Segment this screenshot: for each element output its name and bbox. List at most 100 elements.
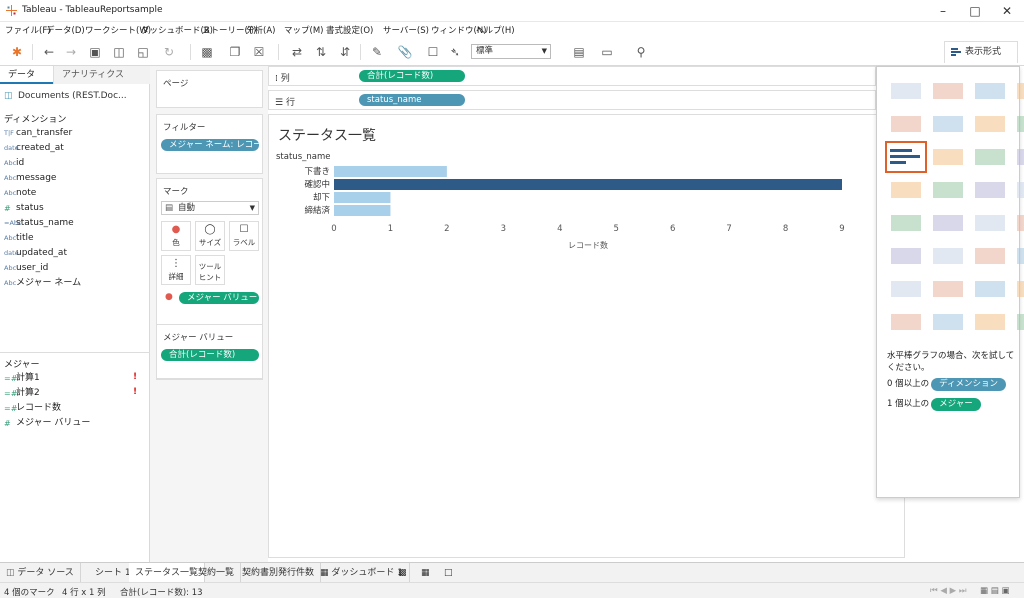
showme-chart-option[interactable]: [971, 77, 1009, 105]
redo-icon[interactable]: →: [62, 43, 80, 61]
tab-contract-count[interactable]: 契約書別発行件数: [236, 563, 322, 583]
showme-chart-option[interactable]: [1013, 275, 1024, 303]
dimension-field[interactable]: date created_at: [4, 141, 64, 156]
showme-chart-option[interactable]: [971, 275, 1009, 303]
label-button[interactable]: ☐ ラベル: [229, 221, 259, 251]
minimize-button[interactable]: –: [928, 2, 958, 20]
dimension-field[interactable]: Abc user_id: [4, 261, 48, 276]
columns-pill[interactable]: 合計(レコード数): [359, 70, 465, 82]
new-worksheet-tab-icon[interactable]: ▩: [392, 563, 413, 583]
clear-sheet-icon[interactable]: ☒: [250, 43, 268, 61]
size-button[interactable]: ◯ サイズ: [195, 221, 225, 251]
showme-chart-option[interactable]: [971, 209, 1009, 237]
showme-chart-option[interactable]: [929, 308, 967, 336]
duplicate-sheet-icon[interactable]: ❐: [226, 43, 244, 61]
showme-chart-option[interactable]: [971, 110, 1009, 138]
dimension-field[interactable]: date updated_at: [4, 246, 67, 261]
maximize-button[interactable]: □: [960, 2, 990, 20]
undo-icon[interactable]: ←: [40, 43, 58, 61]
showme-chart-option[interactable]: [971, 242, 1009, 270]
pages-card[interactable]: ページ: [156, 70, 263, 108]
filter-pill[interactable]: メジャー ネーム: レコード..: [161, 139, 259, 151]
sort-ascending-icon[interactable]: ⇅: [312, 43, 330, 61]
menu-file[interactable]: ファイル(F): [5, 24, 51, 36]
color-button[interactable]: ● 色: [161, 221, 191, 251]
showme-chart-option[interactable]: [929, 242, 967, 270]
showme-chart-option[interactable]: [929, 176, 967, 204]
showme-chart-option[interactable]: [971, 176, 1009, 204]
showme-chart-option[interactable]: [929, 143, 967, 171]
rows-shelf[interactable]: ☰ 行 status_name: [268, 90, 876, 110]
new-story-tab-icon[interactable]: □: [438, 563, 459, 583]
showme-chart-option[interactable]: [929, 110, 967, 138]
bar[interactable]: [334, 205, 391, 216]
showme-chart-option[interactable]: [971, 308, 1009, 336]
show-cards-icon[interactable]: ▤: [570, 43, 588, 61]
dimension-field[interactable]: T|F can_transfer: [4, 126, 72, 141]
dimension-field[interactable]: Abc id: [4, 156, 24, 171]
showme-chart-option[interactable]: [1013, 176, 1024, 204]
filters-card[interactable]: フィルター メジャー ネーム: レコード..: [156, 114, 263, 174]
measure-values-card[interactable]: メジャー バリュー 合計(レコード数): [156, 324, 263, 379]
tooltip-button[interactable]: ツール ヒント: [195, 255, 225, 285]
highlight-icon[interactable]: ✎: [368, 43, 386, 61]
new-worksheet-icon[interactable]: ▩: [198, 43, 216, 61]
showme-chart-option[interactable]: [887, 275, 925, 303]
bar[interactable]: [334, 192, 391, 203]
group-icon[interactable]: 📎: [396, 43, 414, 61]
showme-chart-option[interactable]: [1013, 242, 1024, 270]
dimension-field[interactable]: Abc note: [4, 186, 36, 201]
detail-button[interactable]: ⋮ 詳細: [161, 255, 191, 285]
showme-chart-option[interactable]: [885, 141, 927, 173]
menu-data[interactable]: データ(D): [46, 24, 85, 36]
dimension-field[interactable]: Abc message: [4, 171, 56, 186]
swap-rows-columns-icon[interactable]: ⇄: [288, 43, 306, 61]
dimension-field[interactable]: =Abc status_name: [4, 216, 74, 231]
share-icon[interactable]: ⚲: [632, 43, 650, 61]
showme-chart-option[interactable]: [1013, 77, 1024, 105]
measure-field[interactable]: # メジャー バリュー: [4, 416, 90, 431]
columns-shelf[interactable]: ⁞ 列 合計(レコード数): [268, 66, 876, 86]
menu-map[interactable]: マップ(M): [284, 24, 323, 36]
showme-chart-option[interactable]: [887, 110, 925, 138]
showme-chart-option[interactable]: [1013, 143, 1024, 171]
measure-field[interactable]: =# レコード数: [4, 401, 61, 416]
dimension-field[interactable]: Abc title: [4, 231, 34, 246]
showme-chart-option[interactable]: [1013, 110, 1024, 138]
refresh-icon[interactable]: ↻: [160, 43, 178, 61]
view-grid-icon[interactable]: ▦ ▤ ▣: [980, 586, 1010, 596]
pause-updates-icon[interactable]: ◱: [134, 43, 152, 61]
showme-chart-option[interactable]: [887, 77, 925, 105]
fit-select[interactable]: 標準 ▼: [471, 44, 551, 59]
tab-analytics[interactable]: アナリティクス: [53, 66, 150, 84]
showme-button[interactable]: 表示形式: [944, 41, 1018, 63]
showme-chart-option[interactable]: [1013, 209, 1024, 237]
menu-server[interactable]: サーバー(S): [383, 24, 429, 36]
new-datasource-icon[interactable]: ◫: [110, 43, 128, 61]
dimension-field[interactable]: # status: [4, 201, 44, 216]
rows-pill[interactable]: status_name: [359, 94, 465, 106]
menu-help[interactable]: ヘルプ(H): [476, 24, 515, 36]
showme-chart-option[interactable]: [1013, 308, 1024, 336]
sort-descending-icon[interactable]: ⇵: [336, 43, 354, 61]
save-icon[interactable]: ▣: [86, 43, 104, 61]
tableau-start-icon[interactable]: ✱: [8, 43, 26, 61]
measure-field[interactable]: =# 計算2: [4, 386, 40, 401]
showme-chart-option[interactable]: [887, 308, 925, 336]
mark-type-select[interactable]: ▤ 自動 ▼: [161, 201, 259, 215]
showme-chart-option[interactable]: [929, 275, 967, 303]
showme-chart-option[interactable]: [887, 242, 925, 270]
marks-color-pill[interactable]: メジャー バリュー: [179, 292, 259, 304]
datasource-item[interactable]: ◫ Documents (REST.Doc...: [4, 88, 144, 104]
showme-chart-option[interactable]: [887, 176, 925, 204]
bar[interactable]: [334, 179, 842, 190]
bar[interactable]: [334, 166, 447, 177]
new-dashboard-tab-icon[interactable]: ▦: [415, 563, 436, 583]
tab-data[interactable]: データ: [0, 66, 53, 84]
presentation-mode-icon[interactable]: ▭: [598, 43, 616, 61]
close-button[interactable]: ✕: [992, 2, 1022, 20]
showme-chart-option[interactable]: [971, 143, 1009, 171]
pin-icon[interactable]: ➴: [446, 43, 464, 61]
measure-field[interactable]: =# 計算1: [4, 371, 40, 386]
showme-chart-option[interactable]: [887, 209, 925, 237]
